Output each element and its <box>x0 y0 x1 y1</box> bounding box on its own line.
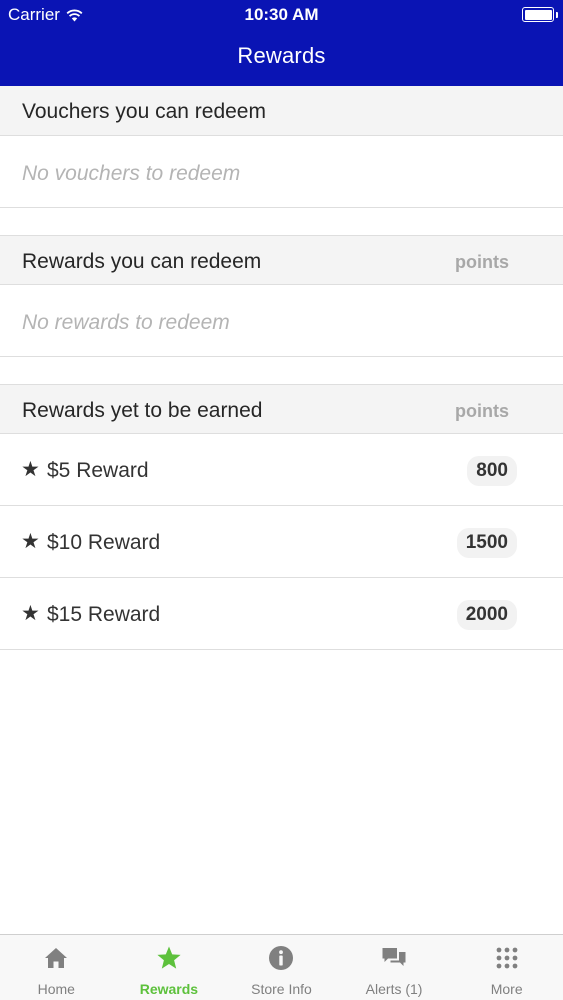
star-icon: ★ <box>21 458 40 481</box>
redeemable-points-label: points <box>455 252 509 272</box>
tab-home[interactable]: Home <box>0 935 113 1000</box>
redeemable-empty-text: No rewards to redeem <box>22 311 230 334</box>
vouchers-empty-row: No vouchers to redeem <box>0 136 563 208</box>
reward-points-badge: 800 <box>467 456 517 486</box>
status-bar: Carrier 10:30 AM <box>0 0 563 30</box>
vouchers-empty-text: No vouchers to redeem <box>22 162 241 185</box>
section-spacer <box>0 357 563 384</box>
tab-more[interactable]: More <box>450 935 563 1000</box>
redeemable-section-header: Rewards you can redeem points <box>0 235 563 285</box>
status-time: 10:30 AM <box>244 5 319 24</box>
reward-row[interactable]: ★ $5 Reward 800 <box>0 434 563 506</box>
tab-rewards-label: Rewards <box>139 981 199 997</box>
grid-dots-icon <box>496 947 518 969</box>
star-icon: ★ <box>21 530 40 553</box>
tab-store-info[interactable]: Store Info <box>225 935 338 1000</box>
reward-row[interactable]: ★ $10 Reward 1500 <box>0 506 563 578</box>
tab-home-label: Home <box>37 981 75 997</box>
vouchers-section-header: Vouchers you can redeem <box>0 86 563 136</box>
section-spacer <box>0 208 563 235</box>
battery-icon <box>522 7 558 22</box>
tab-store-info-label: Store Info <box>251 981 312 997</box>
page-title: Rewards <box>237 43 326 68</box>
header: Carrier 10:30 AM Rewards <box>0 0 563 86</box>
battery-fill <box>524 9 552 20</box>
to-earn-points-label: points <box>455 401 509 421</box>
to-earn-section-header: Rewards yet to be earned points <box>0 384 563 434</box>
vouchers-section-title: Vouchers you can redeem <box>22 100 266 123</box>
star-icon: ★ <box>21 602 40 625</box>
reward-name: $5 Reward <box>47 459 149 482</box>
redeemable-section-title: Rewards you can redeem <box>22 250 262 273</box>
tab-more-label: More <box>490 981 523 997</box>
reward-name: $15 Reward <box>47 603 161 626</box>
to-earn-section-title: Rewards yet to be earned <box>22 399 263 422</box>
star-icon <box>157 946 181 969</box>
rewards-content: Vouchers you can redeem No vouchers to r… <box>0 86 563 650</box>
info-icon <box>269 946 294 970</box>
rewards-screen: Carrier 10:30 AM Rewards Vouchers you ca… <box>0 0 563 1000</box>
chat-bubbles-icon <box>382 948 406 966</box>
reward-row[interactable]: ★ $15 Reward 2000 <box>0 578 563 650</box>
tab-rewards[interactable]: Rewards <box>113 935 226 1000</box>
reward-points-badge: 2000 <box>456 600 517 630</box>
reward-points-badge: 1500 <box>456 528 517 558</box>
home-icon <box>45 948 68 968</box>
redeemable-empty-row: No rewards to redeem <box>0 285 563 357</box>
tab-alerts[interactable]: Alerts (1) <box>338 935 451 1000</box>
reward-name: $10 Reward <box>47 531 161 554</box>
tab-bar: Home Rewards Store Info Alerts (1) More <box>0 934 563 1000</box>
tab-alerts-label: Alerts (1) <box>365 981 423 997</box>
